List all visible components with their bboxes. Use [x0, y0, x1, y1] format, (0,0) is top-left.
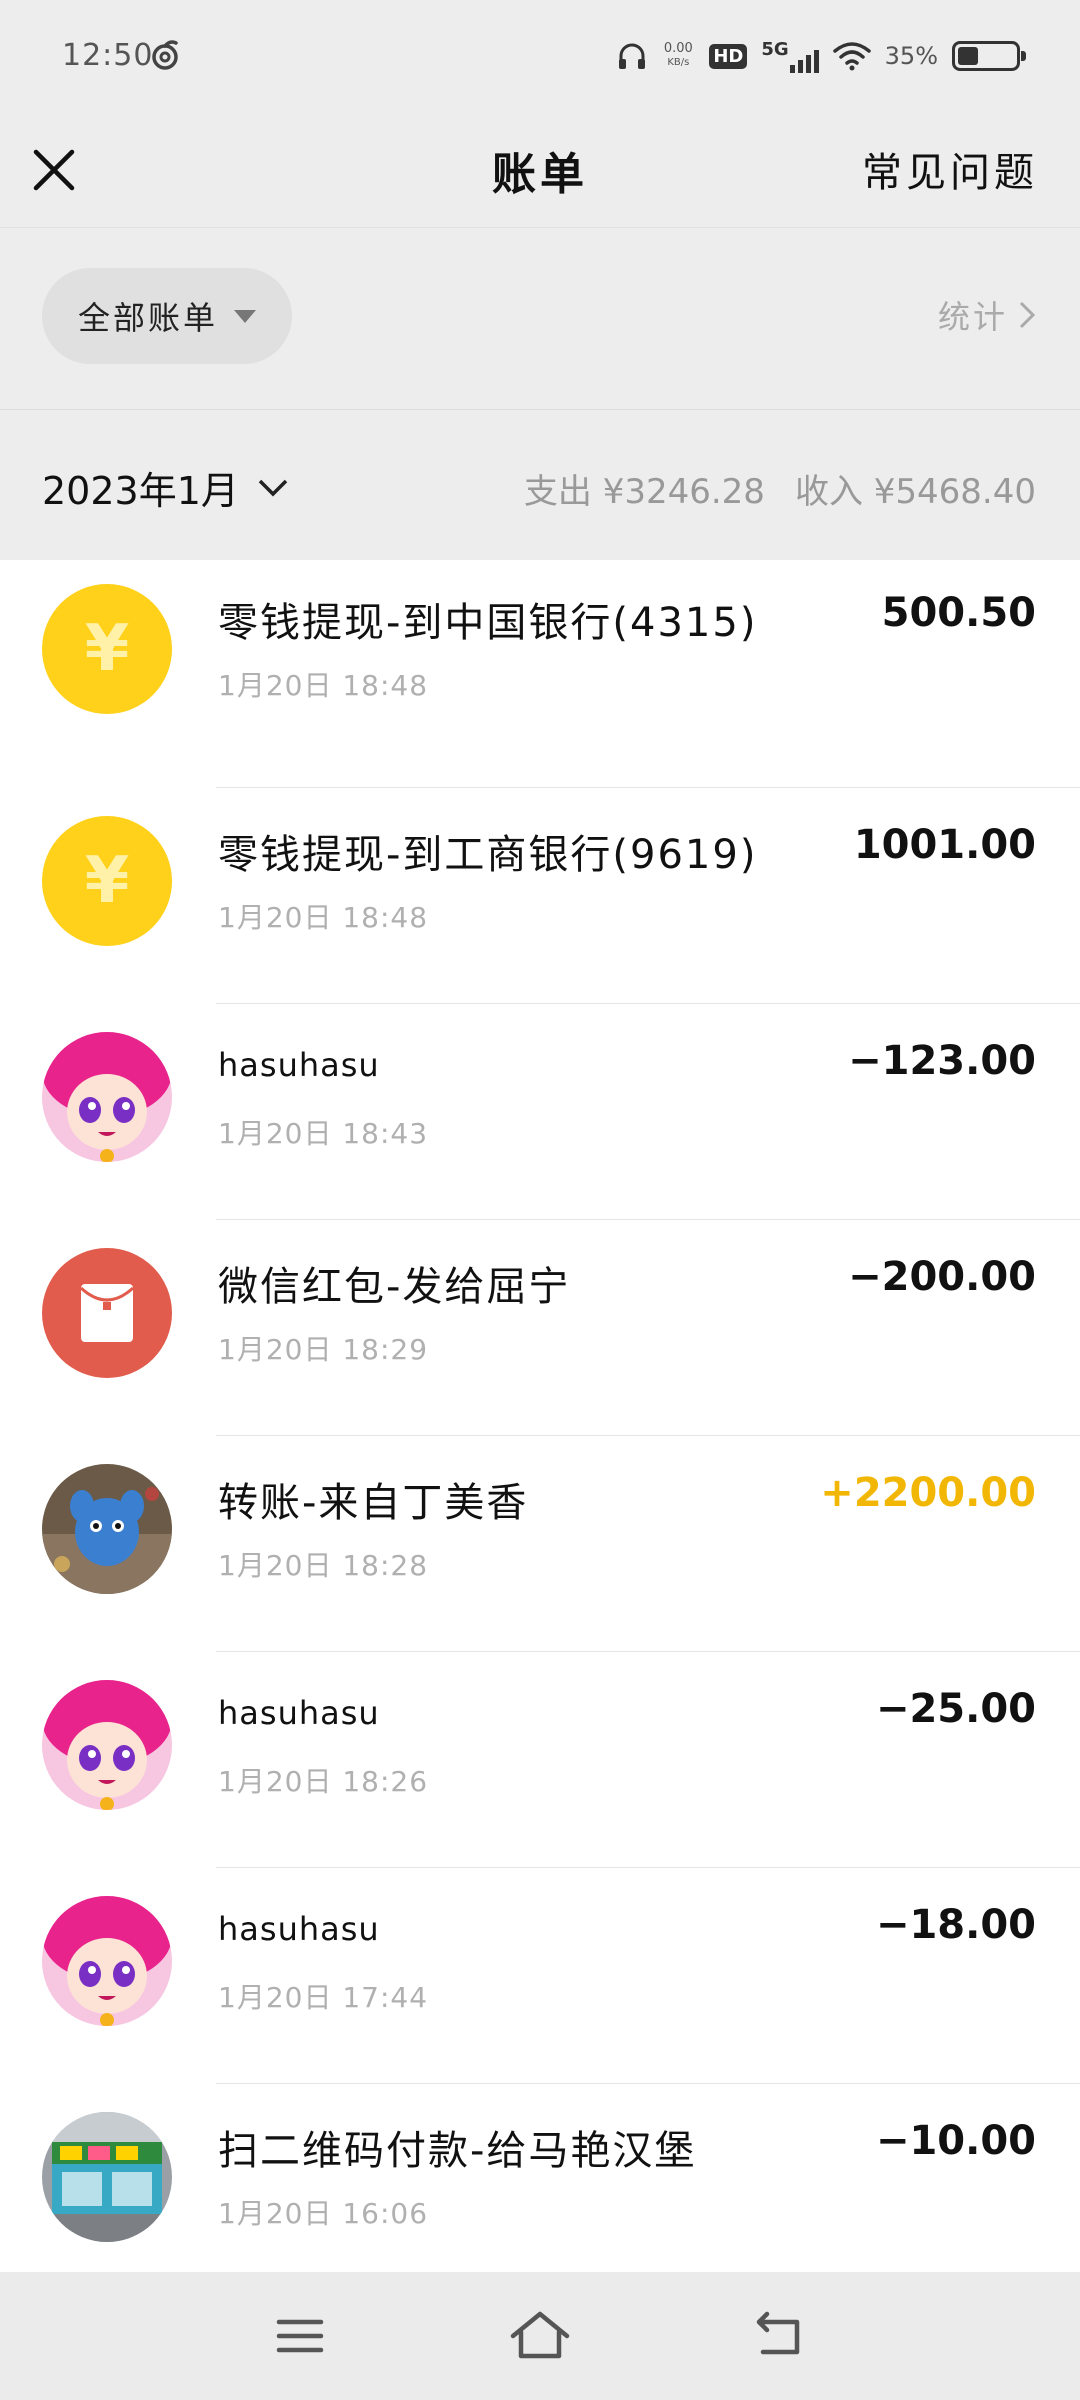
battery-icon	[952, 41, 1026, 71]
transaction-time: 1月20日 17:44	[218, 1981, 429, 2014]
anime-avatar	[42, 1680, 172, 1810]
chevron-down-icon	[258, 479, 288, 496]
transaction-amount: −18.00	[875, 1902, 1036, 1948]
statistics-link[interactable]: 统计	[938, 292, 1036, 338]
month-label: 2023年1月	[42, 469, 239, 513]
month-selector[interactable]: 2023年1月	[42, 460, 289, 515]
status-icons: 0.00 KB/s HD 5G 35%	[617, 36, 1026, 76]
transaction-time: 1月20日 18:43	[218, 1117, 429, 1150]
home-icon[interactable]	[505, 2306, 575, 2366]
transaction-amount: −25.00	[875, 1686, 1036, 1732]
network-speed: 0.00 KB/s	[661, 42, 695, 70]
menu-icon[interactable]	[265, 2306, 335, 2366]
transaction-title: hasuhasu	[218, 1046, 380, 1084]
transaction-row[interactable]: ¥ 零钱提现-到工商银行(9619) 1月20日 18:48 1001.00	[0, 788, 1080, 1004]
anime-avatar	[42, 1896, 172, 2026]
month-totals: 支出 ¥3246.28 收入 ¥5468.40	[524, 464, 1036, 513]
cell-signal-icon: 5G	[761, 39, 819, 73]
network-speed-value: 0.00	[663, 41, 693, 56]
transaction-row[interactable]: hasuhasu 1月20日 18:26 −25.00	[0, 1652, 1080, 1868]
anime-avatar	[42, 1032, 172, 1162]
status-time: 12:50	[62, 38, 154, 73]
headphones-icon	[619, 43, 646, 69]
transaction-amount: 1001.00	[853, 822, 1036, 868]
transaction-list: ¥ 零钱提现-到中国银行(4315) 1月20日 18:48 500.50 ¥ …	[0, 560, 1080, 2272]
bill-type-filter-label: 全部账单	[77, 299, 218, 337]
system-nav-bar	[0, 2272, 1080, 2400]
transaction-title: hasuhasu	[218, 1910, 380, 1948]
network-speed-unit: KB/s	[667, 57, 690, 68]
transaction-title: 微信红包-发给屈宁	[218, 1264, 571, 1310]
transaction-time: 1月20日 18:28	[218, 1549, 429, 1582]
transaction-time: 1月20日 18:48	[218, 669, 429, 702]
faq-link[interactable]: 常见问题	[862, 140, 1038, 198]
chevron-right-icon	[1019, 301, 1036, 329]
transaction-title: 转账-来自丁美香	[218, 1480, 529, 1526]
title-bar: 账单 常见问题	[0, 110, 1080, 228]
blue-toy-avatar	[42, 1464, 172, 1594]
battery-percent: 35%	[884, 42, 938, 70]
network-type: 5G	[761, 39, 789, 60]
transaction-title: 扫二维码付款-给马艳汉堡	[218, 2128, 697, 2174]
back-icon[interactable]	[745, 2306, 815, 2366]
wifi-icon	[832, 42, 871, 71]
income-total: 收入 ¥5468.40	[794, 472, 1036, 512]
yen-coin-icon: ¥	[42, 584, 172, 714]
transaction-title: 零钱提现-到工商银行(9619)	[218, 832, 758, 878]
transaction-amount: −200.00	[848, 1254, 1036, 1300]
shop-avatar	[42, 2112, 172, 2242]
transaction-time: 1月20日 18:48	[218, 901, 429, 934]
transaction-time: 1月20日 16:06	[218, 2197, 429, 2230]
transaction-row[interactable]: 微信红包-发给屈宁 1月20日 18:29 −200.00	[0, 1220, 1080, 1436]
red-packet-icon	[42, 1248, 172, 1378]
transaction-row[interactable]: ¥ 零钱提现-到中国银行(4315) 1月20日 18:48 500.50	[0, 572, 1080, 788]
swirl-notification-icon	[152, 40, 178, 70]
transaction-title: hasuhasu	[218, 1694, 380, 1732]
transaction-row[interactable]: hasuhasu 1月20日 17:44 −18.00	[0, 1868, 1080, 2084]
status-bar: 12:50 0.00 KB/s HD 5G 35%	[0, 0, 1080, 110]
transaction-row[interactable]: 扫二维码付款-给马艳汉堡 1月20日 16:06 −10.00	[0, 2084, 1080, 2272]
transaction-amount: 500.50	[881, 590, 1036, 636]
caret-down-icon	[234, 309, 256, 323]
hd-badge: HD	[709, 43, 748, 69]
transaction-amount: +2200.00	[820, 1470, 1036, 1516]
transaction-row[interactable]: hasuhasu 1月20日 18:43 −123.00	[0, 1004, 1080, 1220]
transaction-time: 1月20日 18:29	[218, 1333, 429, 1366]
transaction-title: 零钱提现-到中国银行(4315)	[218, 600, 758, 646]
month-summary-bar: 2023年1月 支出 ¥3246.28 收入 ¥5468.40	[0, 410, 1080, 560]
filter-bar: 全部账单 统计	[0, 228, 1080, 410]
transaction-amount: −10.00	[875, 2118, 1036, 2164]
transaction-row[interactable]: 转账-来自丁美香 1月20日 18:28 +2200.00	[0, 1436, 1080, 1652]
transaction-amount: −123.00	[848, 1038, 1036, 1084]
expense-total: 支出 ¥3246.28	[523, 472, 765, 512]
transaction-time: 1月20日 18:26	[218, 1765, 429, 1798]
bill-type-filter-button[interactable]: 全部账单	[42, 268, 292, 364]
yen-coin-icon: ¥	[42, 816, 172, 946]
statistics-label: 统计	[937, 298, 1008, 336]
